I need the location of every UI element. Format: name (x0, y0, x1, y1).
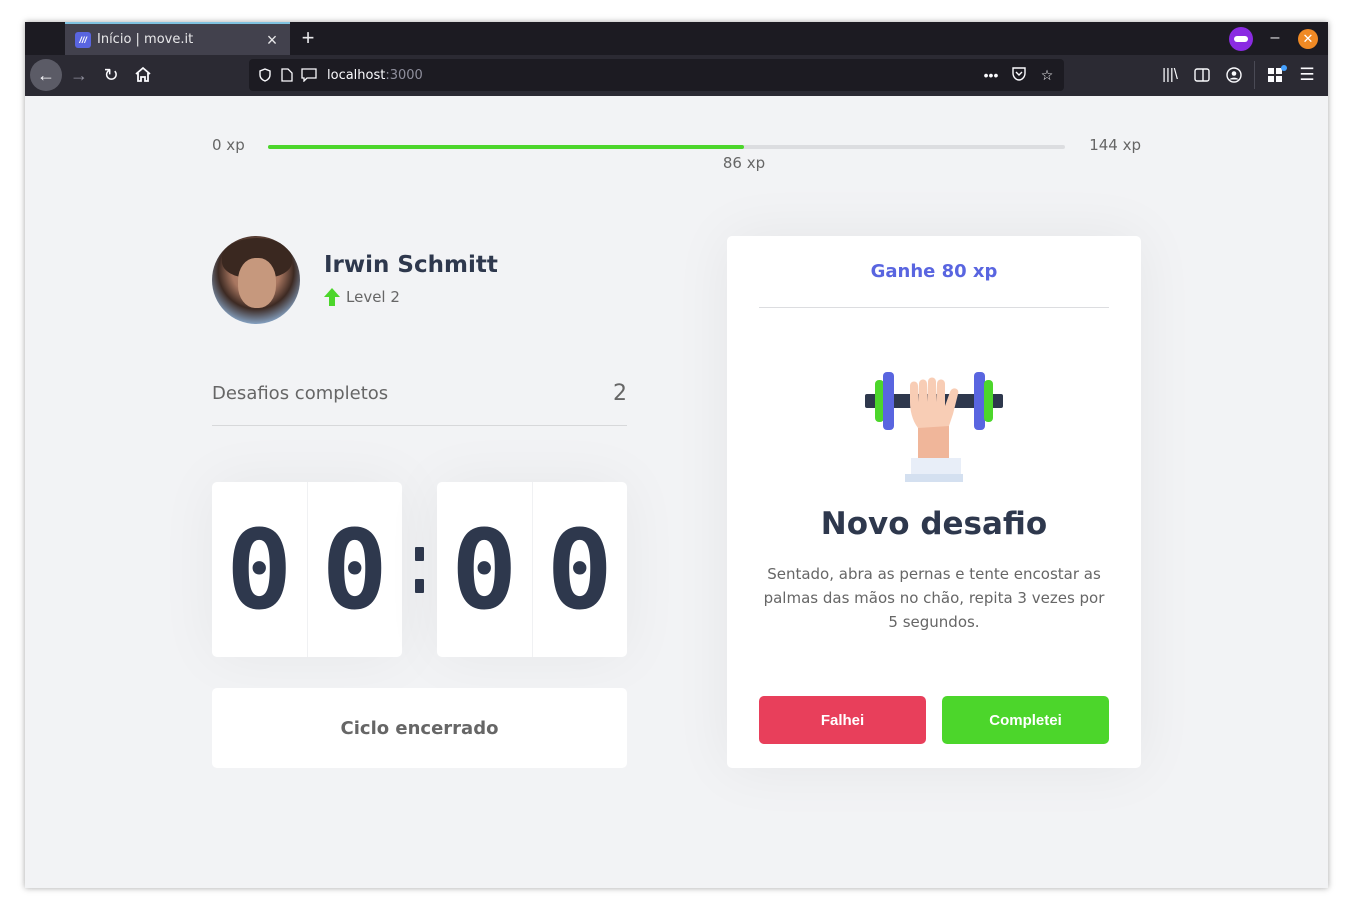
completed-button[interactable]: Completei (942, 696, 1109, 744)
app-page: 0 xp 144 xp 86 xp Irwin Schmitt Level 2 … (25, 96, 1328, 888)
countdown-colon (402, 482, 437, 657)
window-close-icon[interactable]: ✕ (1298, 29, 1318, 49)
hamburger-menu-icon[interactable]: ☰ (1297, 63, 1317, 87)
experience-bar: 0 xp 144 xp 86 xp (212, 136, 1141, 172)
second-digit-right: 0 (531, 482, 628, 657)
level-label: Level 2 (346, 288, 400, 306)
xp-min-label: 0 xp (212, 136, 245, 154)
xp-track (268, 145, 1065, 149)
navigation-toolbar: ← → ↻ localhost:3000 ••• ☆ |||\ ☰ (25, 55, 1328, 96)
xp-max-label: 144 xp (1089, 136, 1141, 154)
xp-fill (268, 145, 744, 149)
url-bar[interactable]: localhost:3000 ••• ☆ (249, 59, 1064, 91)
avatar (212, 236, 300, 324)
library-icon[interactable]: |||\ (1160, 63, 1180, 87)
minimize-icon[interactable]: – (1267, 30, 1283, 46)
challenge-title: Novo desafio (820, 506, 1048, 542)
forward-icon[interactable]: → (67, 63, 91, 87)
notification-dot (1281, 65, 1287, 71)
profile-name: Irwin Schmitt (324, 252, 498, 278)
completed-challenges: Desafios completos 2 (212, 377, 627, 426)
completed-challenges-label: Desafios completos (212, 383, 389, 404)
second-digit-left: 0 (451, 505, 518, 634)
url-host: localhost (327, 67, 386, 83)
url-text[interactable]: localhost:3000 (327, 68, 982, 83)
challenge-description: Sentado, abra as pernas e tente encostar… (763, 565, 1105, 631)
reload-icon[interactable]: ↻ (99, 63, 123, 87)
shield-icon[interactable] (257, 67, 273, 83)
moveit-favicon-icon: /// (75, 31, 91, 48)
toolbar-separator (1254, 61, 1255, 89)
back-icon[interactable]: ← (30, 59, 62, 91)
level-up-icon (324, 288, 340, 306)
comment-icon (301, 67, 317, 83)
challenge-box: Ganhe 80 xp Novo desafio Sentado, abra a… (727, 236, 1141, 768)
browser-tab[interactable]: /// Início | move.it × (65, 22, 290, 55)
seconds-group: 0 0 (437, 482, 627, 657)
minute-digit-left: 0 (226, 505, 293, 634)
private-mask-icon (1229, 27, 1253, 51)
tab-bar: /// Início | move.it × + – ✕ (25, 22, 1328, 55)
xp-current-label: 86 xp (722, 154, 766, 172)
countdown: 0 0 0 0 (212, 482, 627, 657)
sidebar-icon[interactable] (1192, 63, 1212, 87)
completed-challenges-count: 2 (613, 381, 627, 406)
browser-window: /// Início | move.it × + – ✕ ← → ↻ local… (25, 22, 1328, 888)
pocket-icon[interactable] (1010, 66, 1028, 84)
minutes-group: 0 0 (212, 482, 402, 657)
bookmark-star-icon[interactable]: ☆ (1038, 67, 1056, 84)
more-actions-icon[interactable]: ••• (982, 67, 1000, 84)
page-icon (279, 67, 295, 83)
home-icon[interactable] (131, 63, 155, 87)
profile: Irwin Schmitt Level 2 (212, 236, 612, 326)
minute-digit-right: 0 (306, 482, 403, 657)
tab-title: Início | move.it (97, 32, 194, 47)
level: Level 2 (324, 288, 400, 306)
failed-button[interactable]: Falhei (759, 696, 926, 744)
challenge-reward: Ganhe 80 xp (759, 236, 1109, 308)
url-port: :3000 (385, 67, 423, 83)
new-tab-icon[interactable]: + (297, 27, 319, 49)
tab-close-icon[interactable]: × (264, 31, 280, 49)
dumbbell-hand-icon (865, 372, 1003, 482)
account-icon[interactable] (1224, 63, 1244, 87)
cycle-ended-button[interactable]: Ciclo encerrado (212, 688, 627, 768)
